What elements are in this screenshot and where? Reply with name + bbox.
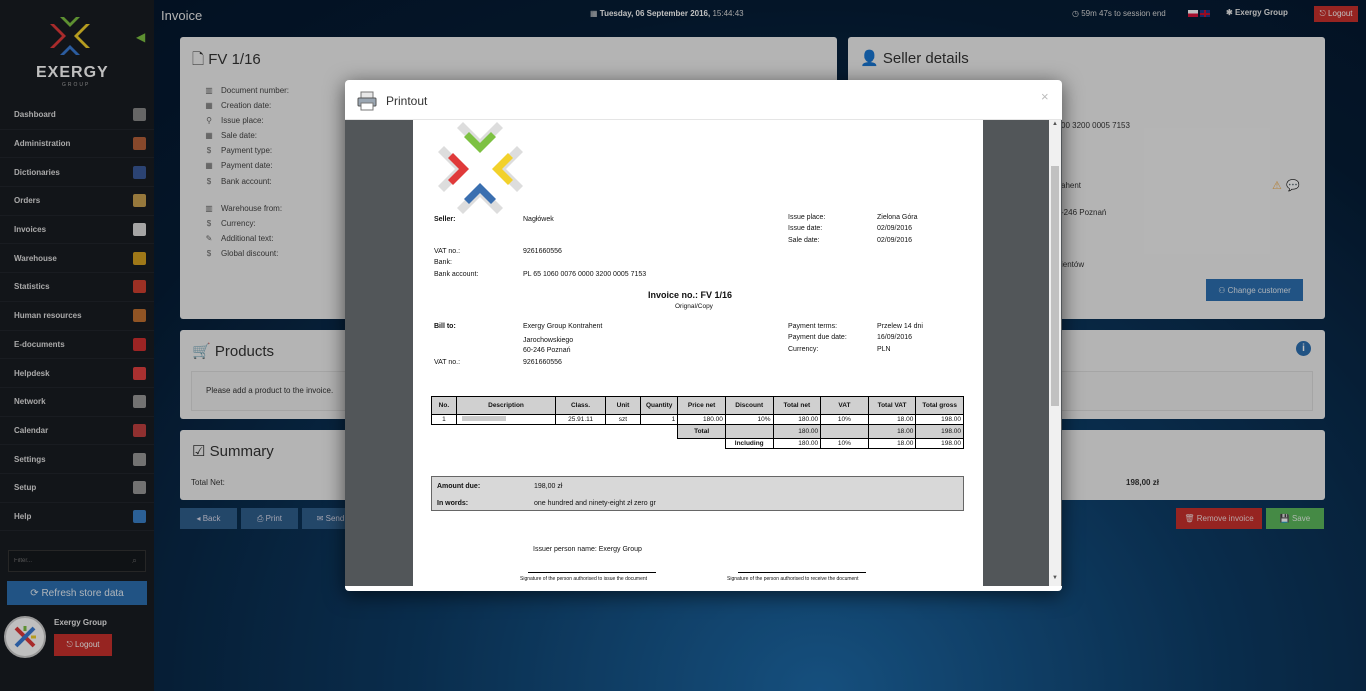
amount-due-value: 198,00 zł [534, 483, 563, 490]
total-row: Total 180.00 18.00 198.00 [432, 424, 964, 439]
signature-line-receiver [738, 572, 866, 573]
seller-value: Nagłówek [523, 216, 554, 223]
vat-value: 9261660556 [523, 248, 562, 255]
invoice-table: No. Description Class. Unit Quantity Price ne… [431, 396, 964, 449]
scroll-down-icon[interactable]: ▼ [1052, 575, 1058, 581]
total-tvat: 18.00 [867, 424, 917, 439]
total-spacer [432, 425, 678, 439]
signature-line-issuer [528, 572, 656, 573]
bill-vat-value: 9261660556 [523, 359, 562, 366]
printout-modal: Printout × Seller: Nagłówek VAT no.: 926… [345, 80, 1062, 591]
cell-description [455, 414, 557, 425]
issue-place-label: Issue place: [788, 214, 826, 221]
table-header-cell: Total VAT [867, 396, 917, 415]
invoice-page: Seller: Nagłówek VAT no.: 9261660556 Ban… [413, 120, 983, 586]
table-row: 1 25.91.11 szt 1 180.00 10% 180.00 10% 1… [431, 414, 964, 425]
table-header-cell: VAT [820, 396, 869, 415]
cell-vat: 10% [820, 414, 869, 425]
sale-date-value: 02/09/2016 [877, 237, 913, 244]
table-header-cell: Description [455, 396, 557, 415]
sale-date-label: Sale date: [788, 237, 820, 244]
due-value: 16/09/2016 [877, 334, 913, 341]
cell-qty: 1 [640, 414, 679, 425]
including-net: 180.00 [772, 438, 822, 449]
viewer-scrollbar[interactable]: ▲ ▼ [1049, 120, 1061, 586]
in-words-value: one hundred and ninety-eight zł zero gr [534, 500, 656, 507]
due-label: Payment due date: [788, 334, 847, 341]
signature-receiver: Signature of the person authorised to re… [727, 576, 859, 582]
scroll-thumb[interactable] [1051, 166, 1059, 406]
currency-label: Currency: [788, 346, 819, 353]
modal-title: Printout [386, 94, 428, 108]
original-copy: Orignal/Copy [675, 303, 713, 310]
printer-icon [356, 90, 378, 115]
cell-gross: 198.00 [915, 414, 964, 425]
table-header-cell: Class. [555, 396, 606, 415]
table-header-cell: No. [431, 396, 457, 415]
scroll-up-icon[interactable]: ▲ [1052, 121, 1058, 127]
total-gross: 198.00 [915, 424, 964, 439]
table-header-cell: Total net [772, 396, 822, 415]
issue-date-label: Issue date: [788, 225, 823, 232]
total-net: 180.00 [772, 424, 822, 439]
total-discount-empty [724, 424, 774, 439]
cell-no: 1 [431, 414, 457, 425]
issue-place-value: Zielona Góra [877, 214, 918, 221]
bank-label: Bank: [434, 259, 452, 266]
terms-value: Przelew 14 dni [877, 323, 923, 330]
table-header-cell: Price net [677, 396, 726, 415]
doc-logo [433, 122, 528, 214]
invoice-number: Invoice no.: FV 1/16 [648, 290, 733, 300]
close-icon[interactable]: × [1041, 89, 1049, 104]
issue-date-value: 02/09/2016 [877, 225, 913, 232]
including-gross: 198.00 [915, 438, 964, 449]
table-header-cell: Quantity [640, 396, 679, 415]
table-header-cell: Discount [724, 396, 774, 415]
including-spacer [432, 439, 726, 449]
terms-label: Payment terms: [788, 323, 838, 330]
including-tvat: 18.00 [867, 438, 917, 449]
bill-vat-label: VAT no.: [434, 359, 461, 366]
vat-label: VAT no.: [434, 248, 461, 255]
table-header-cell: Unit [604, 396, 642, 415]
bill-to-city: 60-246 Poznań [523, 347, 571, 354]
cell-discount: 10% [724, 414, 774, 425]
bank-account-label: Bank account: [434, 271, 479, 278]
table-header-row: No. Description Class. Unit Quantity Price ne… [431, 396, 964, 415]
bank-account-value: PL 65 1060 0076 0000 3200 0005 7153 [523, 271, 647, 278]
including-vat: 10% [820, 438, 869, 449]
cell-unit: szt [604, 414, 642, 425]
modal-header: Printout × [345, 80, 1062, 120]
issuer-name: Issuer person name: Exergy Group [533, 546, 642, 553]
cell-class: 25.91.11 [555, 414, 606, 425]
including-row: Including 180.00 10% 18.00 198.00 [432, 438, 964, 449]
amount-due-box: Amount due: 198,00 zł In words: one hund… [431, 476, 964, 511]
amount-due-label: Amount due: [437, 483, 481, 490]
total-vat-empty [820, 424, 869, 439]
cell-net: 180.00 [772, 414, 822, 425]
in-words-label: In words: [437, 500, 469, 507]
seller-label: Seller: [434, 216, 456, 223]
total-label: Total [677, 424, 726, 439]
bill-to-label: Bill to: [434, 323, 456, 330]
bill-to-street: Jarochowskiego [523, 337, 574, 344]
pdf-viewer[interactable]: Seller: Nagłówek VAT no.: 9261660556 Ban… [345, 120, 1062, 586]
cell-price: 180.00 [677, 414, 726, 425]
cell-tvat: 18.00 [867, 414, 917, 425]
bill-to-name: Exergy Group Kontrahent [523, 323, 603, 330]
signature-issuer: Signature of the person authorised to is… [520, 576, 648, 582]
including-label: Including [724, 438, 774, 449]
currency-value: PLN [877, 346, 891, 353]
table-header-cell: Total gross [915, 396, 964, 415]
